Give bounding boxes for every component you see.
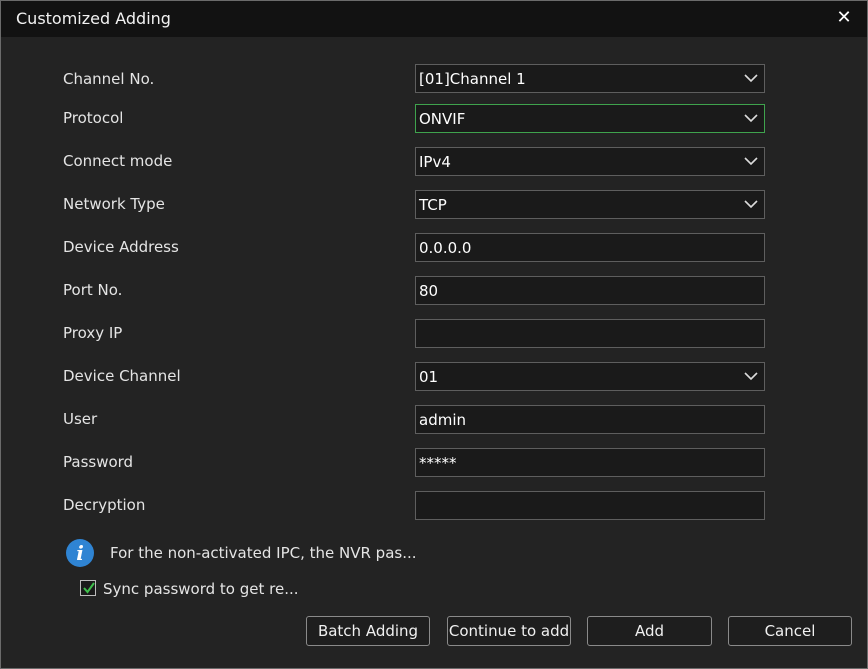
protocol-select[interactable]: ONVIF [415,104,765,133]
protocol-label: Protocol [63,109,124,127]
dialog-title: Customized Adding [16,9,171,28]
user-input[interactable]: admin [415,405,765,434]
port-no-value: 80 [419,282,439,300]
chevron-down-icon [744,157,758,166]
password-value: ***** [419,454,457,472]
cancel-button[interactable]: Cancel [728,616,852,646]
user-label: User [63,410,98,428]
port-no-label: Port No. [63,281,123,299]
chevron-down-icon [744,114,758,123]
password-label: Password [63,453,134,471]
connect-mode-value: IPv4 [419,153,451,171]
chevron-down-icon [744,200,758,209]
connect-mode-label: Connect mode [63,152,173,170]
sync-password-checkbox[interactable] [80,580,96,596]
device-channel-value: 01 [419,368,439,386]
device-address-value: 0.0.0.0 [419,239,472,257]
sync-password-label[interactable]: Sync password to get re... [103,580,299,598]
title-bar: Customized Adding ✕ [1,1,867,37]
checkmark-icon [83,582,95,594]
customized-adding-dialog: Customized Adding ✕ Channel No. [01]Chan… [0,0,868,669]
add-button[interactable]: Add [587,616,712,646]
password-input[interactable]: ***** [415,448,765,477]
user-value: admin [419,411,466,429]
proxy-ip-label: Proxy IP [63,324,123,342]
info-icon: i [66,539,94,567]
proxy-ip-input[interactable] [415,319,765,348]
chevron-down-icon [744,74,758,83]
close-icon[interactable]: ✕ [833,6,855,30]
network-type-label: Network Type [63,195,165,213]
network-type-value: TCP [419,196,447,214]
device-address-input[interactable]: 0.0.0.0 [415,233,765,262]
port-no-input[interactable]: 80 [415,276,765,305]
batch-adding-button[interactable]: Batch Adding [306,616,430,646]
device-channel-label: Device Channel [63,367,181,385]
connect-mode-select[interactable]: IPv4 [415,147,765,176]
channel-no-select[interactable]: [01]Channel 1 [415,64,765,93]
protocol-value: ONVIF [419,110,466,128]
network-type-select[interactable]: TCP [415,190,765,219]
continue-to-add-button[interactable]: Continue to add [447,616,571,646]
info-text: For the non-activated IPC, the NVR pas..… [110,544,417,562]
device-channel-select[interactable]: 01 [415,362,765,391]
decryption-label: Decryption [63,496,146,514]
chevron-down-icon [744,372,758,381]
decryption-input[interactable] [415,491,765,520]
channel-no-label: Channel No. [63,70,155,88]
device-address-label: Device Address [63,238,179,256]
channel-no-value: [01]Channel 1 [419,70,526,88]
